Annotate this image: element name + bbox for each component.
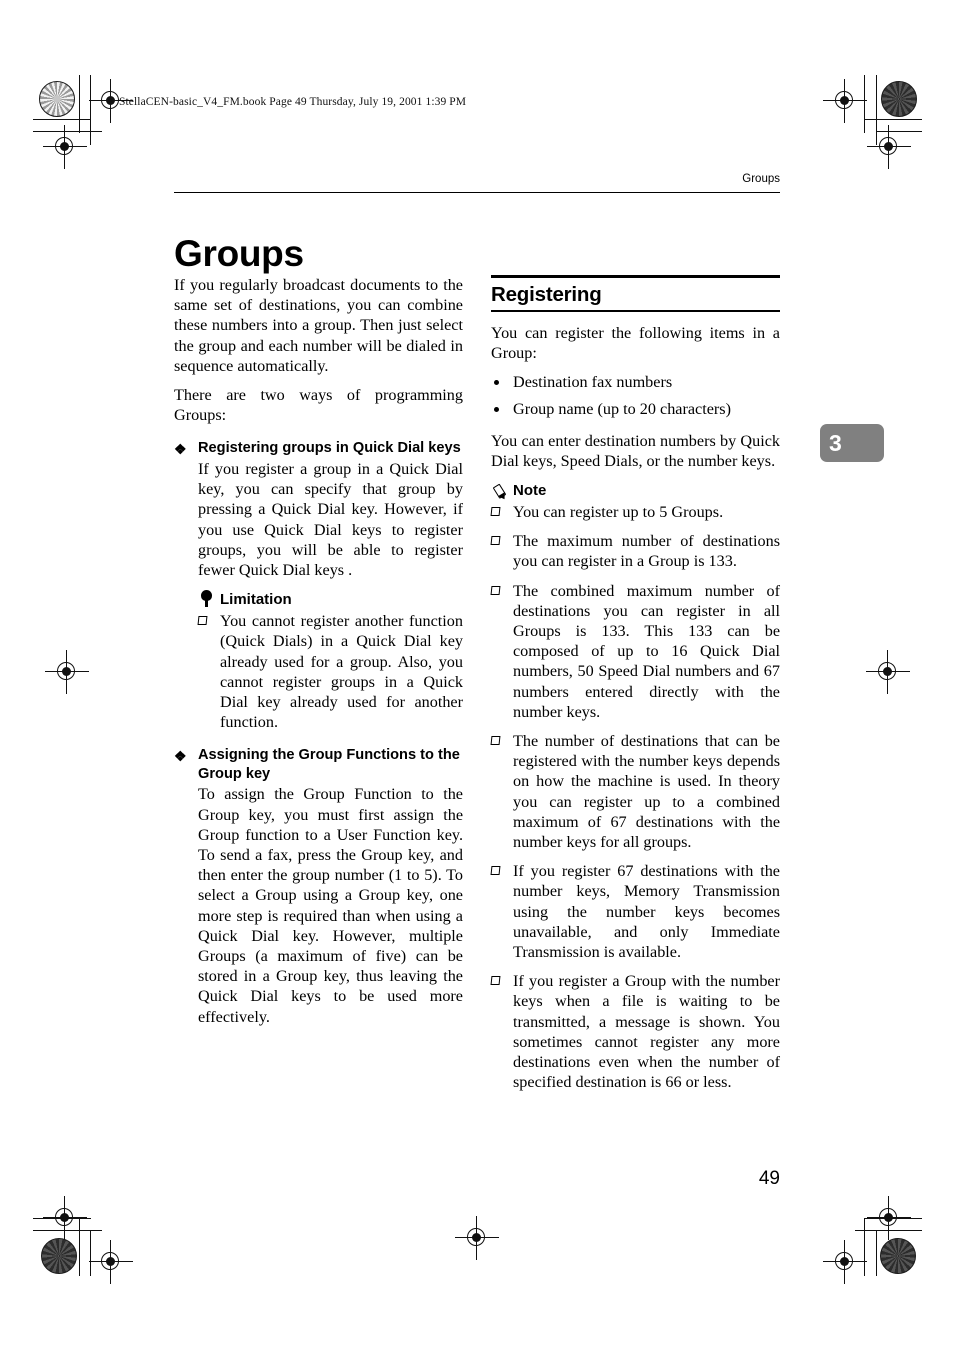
- section-heading-registering: Registering: [491, 282, 602, 306]
- section-heading: ❖ Registering groups in Quick Dial keys: [174, 439, 463, 458]
- crop-mark: [33, 1230, 102, 1232]
- page-number: 49: [758, 1168, 780, 1189]
- note-item: The combined maximum number of destinati…: [490, 581, 780, 722]
- running-head: Groups: [742, 173, 780, 185]
- print-registration-marks: [0, 0, 954, 1348]
- note-heading: Note: [491, 481, 780, 502]
- note-item-text: The maximum number of destinations you c…: [513, 532, 780, 571]
- header-rule: [174, 192, 780, 194]
- section-body-wrap: To assign the Group Function to the Grou…: [174, 784, 463, 1026]
- crop-mark: [864, 119, 922, 121]
- registration-target: [823, 79, 867, 123]
- crop-mark: [79, 75, 81, 133]
- registration-target: [43, 1196, 87, 1240]
- section-rule-bottom: [491, 309, 780, 312]
- section-body: To assign the Group Function to the Grou…: [198, 785, 463, 1026]
- list-item-text: Destination fax numbers: [513, 373, 673, 392]
- bulb-icon: [198, 590, 216, 608]
- diamond-bullet-icon: ❖: [174, 441, 187, 458]
- section-body-wrap: If you register a group in a Quick Dial …: [174, 459, 463, 732]
- color-calibration-disc-top-left: [39, 81, 75, 117]
- section-header-registering: Registering: [491, 275, 780, 312]
- limitation-block: Limitation You cannot register another f…: [197, 590, 463, 732]
- crop-mark: [864, 1218, 922, 1220]
- color-calibration-disc-bottom-left: [41, 1238, 77, 1274]
- note-item-text: You can register up to 5 Groups.: [513, 502, 724, 521]
- limitation-item: You cannot register another function (Qu…: [197, 611, 463, 732]
- registration-target: [45, 650, 89, 694]
- registration-target: [455, 1216, 499, 1260]
- note-item: You can register up to 5 Groups.: [490, 502, 780, 522]
- note-item: The number of destinations that can be r…: [490, 731, 780, 852]
- registration-target: [867, 1196, 911, 1240]
- registration-target: [867, 125, 911, 169]
- print-slug-line: StellaCEN-basic_V4_FM.book Page 49 Thurs…: [119, 96, 467, 108]
- open-square-bullet-icon: [490, 735, 501, 745]
- open-square-bullet-icon: [490, 866, 501, 876]
- list-item-text: Group name (up to 20 characters): [513, 400, 731, 419]
- limitation-label: Limitation: [220, 591, 292, 609]
- registering-paragraph: You can enter destination numbers by Qui…: [491, 431, 780, 470]
- intro-paragraph-2: There are two ways of programming Groups…: [174, 386, 463, 425]
- registration-target: [89, 1240, 133, 1284]
- crop-mark: [876, 75, 878, 145]
- crop-mark: [79, 1218, 81, 1276]
- open-square-bullet-icon: [490, 585, 501, 595]
- crop-mark: [33, 1218, 91, 1220]
- open-square-bullet-icon: [490, 976, 501, 986]
- registering-intro: You can register the following items in …: [491, 323, 780, 362]
- registration-target: [823, 1240, 867, 1284]
- right-column: Registering You can register the followi…: [490, 275, 780, 1101]
- registration-target: [43, 125, 87, 169]
- open-square-bullet-icon: [490, 506, 501, 516]
- section-assigning-group-functions: ❖ Assigning the Group Functions to the G…: [174, 746, 463, 1026]
- limitation-item-text: You cannot register another function (Qu…: [220, 612, 463, 732]
- list-item: Group name (up to 20 characters): [491, 399, 780, 419]
- crop-mark: [33, 131, 102, 133]
- note-item-text: The number of destinations that can be r…: [513, 731, 780, 851]
- crop-mark: [855, 1230, 922, 1232]
- section-registering-groups-in-quick-dial-keys: ❖ Registering groups in Quick Dial keys …: [174, 439, 463, 732]
- color-calibration-disc-top-right: [881, 81, 917, 117]
- note-item-text: If you register a Group with the number …: [513, 972, 780, 1092]
- note-item-text: If you register 67 destinations with the…: [513, 862, 780, 961]
- intro-paragraph: If you regularly broadcast documents to …: [174, 276, 463, 375]
- list-item: Destination fax numbers: [491, 372, 780, 392]
- note-item: If you register a Group with the number …: [490, 971, 780, 1092]
- limitation-heading: Limitation: [198, 590, 463, 609]
- note-block: Note You can register up to 5 Groups. Th…: [490, 481, 780, 1092]
- crop-mark: [876, 131, 922, 133]
- round-bullet-icon: [494, 380, 499, 386]
- crop-mark: [90, 1230, 92, 1276]
- chapter-tab-number: 3: [820, 424, 884, 462]
- color-calibration-disc-bottom-right: [880, 1238, 916, 1274]
- note-item: The maximum number of destinations you c…: [490, 531, 780, 571]
- section-heading-label: Assigning the Group Functions to the Gro…: [198, 747, 460, 782]
- pencil-icon: [491, 481, 509, 502]
- note-item-text: The combined maximum number of destinati…: [513, 581, 780, 721]
- section-body: If you register a group in a Quick Dial …: [198, 459, 463, 579]
- diamond-bullet-icon: ❖: [174, 748, 187, 765]
- section-heading-label: Registering groups in Quick Dial keys: [198, 440, 461, 457]
- round-bullet-icon: [494, 407, 499, 413]
- open-square-bullet-icon: [490, 536, 501, 546]
- section-heading: ❖ Assigning the Group Functions to the G…: [174, 746, 463, 783]
- left-column: If you regularly broadcast documents to …: [174, 275, 463, 1036]
- section-rule-top: [491, 275, 780, 278]
- crop-mark: [864, 75, 866, 133]
- note-label: Note: [513, 481, 547, 499]
- note-item: If you register 67 destinations with the…: [490, 861, 780, 962]
- page-title: Groups: [174, 232, 304, 274]
- crop-mark: [864, 1218, 866, 1276]
- crop-mark: [876, 1230, 878, 1276]
- crop-mark: [33, 119, 91, 121]
- open-square-bullet-icon: [197, 616, 208, 626]
- crop-mark: [90, 75, 92, 145]
- registration-target: [866, 650, 910, 694]
